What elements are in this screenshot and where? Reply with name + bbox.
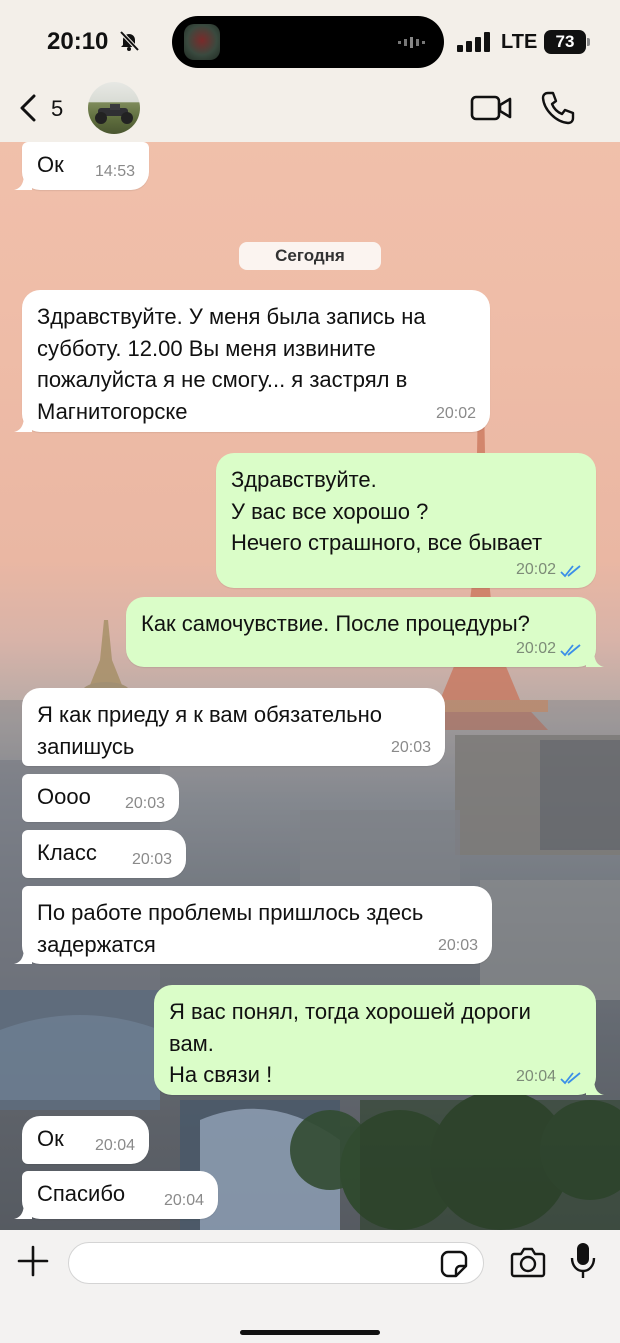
contact-avatar[interactable]: [88, 82, 140, 134]
message-input[interactable]: [68, 1242, 484, 1284]
message-incoming[interactable]: Я как приеду я к вам обязательно запишус…: [22, 688, 445, 766]
audio-wave-icon: [398, 37, 425, 48]
dynamic-island: [172, 16, 444, 68]
message-text: Как самочувствие. После процедуры?: [141, 611, 530, 636]
message-time: 20:03: [131, 851, 172, 868]
back-button[interactable]: 5: [14, 88, 74, 128]
message-incoming[interactable]: Ок 14:53: [14, 142, 149, 190]
message-list[interactable]: Ок 14:53 Сегодня Здравствуйте. У меня бы…: [0, 0, 620, 1343]
signal-icon: [457, 32, 490, 52]
message-composer: [0, 1230, 620, 1343]
battery-icon: 73: [544, 30, 590, 54]
double-check-icon: [560, 565, 581, 578]
message-time: 20:02: [435, 405, 476, 422]
bell-slash-icon: [119, 30, 140, 52]
message-incoming[interactable]: Оооо 20:03: [22, 774, 179, 822]
message-incoming[interactable]: Класс 20:03: [22, 830, 186, 878]
message-time: 20:02: [515, 561, 556, 578]
message-time: 20:03: [390, 739, 431, 756]
double-check-icon: [560, 644, 581, 657]
message-time: 20:04: [94, 1137, 135, 1154]
message-text: По работе проблемы пришлось здесь задерж…: [37, 900, 424, 957]
unread-count: 5: [51, 96, 64, 121]
network-type: LTE: [501, 31, 538, 53]
microphone-icon[interactable]: [570, 1242, 596, 1280]
home-indicator: [240, 1330, 380, 1335]
date-separator: Сегодня: [239, 242, 381, 270]
status-time: 20:10: [47, 28, 109, 55]
message-outgoing[interactable]: Как самочувствие. После процедуры? 20:02: [126, 597, 604, 667]
message-time: 20:04: [163, 1192, 204, 1209]
status-bar: 20:10 LTE 73: [0, 0, 620, 80]
sticker-icon[interactable]: [440, 1250, 468, 1278]
message-incoming[interactable]: По работе проблемы пришлось здесь задерж…: [14, 886, 492, 964]
message-time: 20:02: [515, 640, 556, 657]
phone-call-button[interactable]: [540, 90, 576, 126]
live-activity-thumbnail: [184, 24, 220, 60]
battery-level: 73: [544, 30, 586, 54]
motorcycle-photo: [95, 104, 133, 124]
message-text: Здравствуйте. У вас все хорошо ? Нечего …: [231, 467, 543, 555]
message-outgoing[interactable]: Я вас понял, тогда хорошей дороги вам. Н…: [154, 985, 604, 1095]
message-incoming[interactable]: Спасибо 20:04: [14, 1171, 218, 1219]
message-time: 20:03: [124, 795, 165, 812]
message-time: 14:53: [94, 163, 135, 180]
message-time: 20:03: [437, 937, 478, 954]
plus-icon[interactable]: [16, 1244, 50, 1278]
chevron-left-icon: [20, 94, 36, 122]
camera-icon[interactable]: [510, 1246, 546, 1278]
message-text: Здравствуйте. У меня была запись на субб…: [37, 304, 426, 424]
message-time: 20:04: [515, 1068, 556, 1085]
message-incoming[interactable]: Здравствуйте. У меня была запись на субб…: [14, 290, 490, 432]
video-call-button[interactable]: [470, 92, 512, 124]
message-incoming[interactable]: Ок 20:04: [22, 1116, 149, 1164]
message-text: Я как приеду я к вам обязательно запишус…: [37, 702, 383, 759]
message-outgoing[interactable]: Здравствуйте. У вас все хорошо ? Нечего …: [216, 453, 596, 588]
double-check-icon: [560, 1072, 581, 1085]
